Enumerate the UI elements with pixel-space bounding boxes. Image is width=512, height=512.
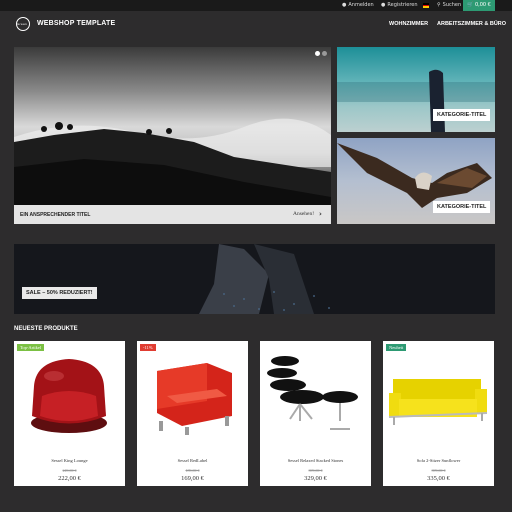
user-plus-icon: ● (381, 2, 386, 8)
hero-slider[interactable] (14, 47, 331, 224)
hero-landscape (14, 118, 331, 224)
product-card[interactable]: -11% Sessel RedLabel 189,00 € 169,00 € (137, 341, 248, 486)
product-name[interactable]: Sessel RedLabel (137, 458, 248, 463)
slider-dot-active[interactable] (315, 51, 320, 56)
product-badge: Top-Artikel (17, 344, 45, 351)
category-tile-2[interactable]: KATEGORIE-TITEL (337, 138, 495, 224)
product-name[interactable]: Sessel King Lounge (14, 458, 125, 463)
product-old-price: 399,00 € (431, 468, 446, 473)
cart-button[interactable]: 🛒 0,00 € (463, 0, 495, 11)
product-image-yellow-sofa (388, 379, 488, 425)
product-name[interactable]: Sessel Relaxed Stacked Stones (260, 458, 371, 463)
german-flag-icon[interactable] (423, 3, 429, 8)
tile-1-label: KATEGORIE-TITEL (433, 109, 491, 121)
top-bar (0, 0, 512, 11)
product-price: 335,00 € (427, 475, 450, 482)
hero-view-link[interactable]: Ansehen! (293, 211, 314, 217)
product-old-price: 189,00 € (185, 468, 200, 473)
login-link[interactable]: ● Anmelden (342, 0, 374, 11)
product-badge: -11% (140, 344, 156, 351)
product-price: 329,00 € (304, 475, 327, 482)
chevron-right-icon[interactable]: › (319, 210, 322, 218)
hero-title: EIN ANSPRECHENDER TITEL (20, 212, 91, 218)
category-tile-1[interactable]: KATEGORIE-TITEL (337, 47, 495, 132)
product-price: 169,00 € (181, 475, 204, 482)
search-label: Suchen (442, 2, 462, 8)
search-icon: ⚲ (437, 2, 441, 8)
logo-text: Green (17, 22, 28, 26)
product-image-stacked-chair (267, 356, 358, 430)
cart-icon: 🛒 (467, 2, 474, 8)
section-title-newest: NEUESTE PRODUKTE (14, 326, 78, 332)
product-image-red-cube-chair (157, 363, 232, 435)
nav-item-wohnzimmer[interactable]: WOHNZIMMER (389, 21, 428, 27)
product-image-red-armchair (31, 359, 107, 433)
cart-total: 0,00 € (474, 2, 491, 8)
sale-label: SALE – 50% REDUZIERT! (22, 287, 97, 299)
login-label: Anmelden (348, 2, 374, 8)
register-link[interactable]: ● Registrieren (381, 0, 418, 11)
register-label: Registrieren (387, 2, 418, 8)
product-name[interactable]: Sofa 2-Sitzer Sunflower (383, 458, 494, 463)
product-old-price: 399,00 € (308, 468, 323, 473)
product-card[interactable]: Sessel Relaxed Stacked Stones 399,00 € 3… (260, 341, 371, 486)
tile-2-label: KATEGORIE-TITEL (433, 201, 491, 213)
sale-banner-image (199, 244, 330, 314)
product-card[interactable]: Neuheit Sofa 2-Sitzer Sunflower 399,00 €… (383, 341, 494, 486)
product-card[interactable]: Top-Artikel Sessel King Lounge 249,00 € … (14, 341, 125, 486)
brand-title[interactable]: WEBSHOP TEMPLATE (37, 20, 115, 27)
product-old-price: 249,00 € (62, 468, 77, 473)
user-icon: ● (342, 2, 347, 8)
sale-banner[interactable] (14, 244, 495, 314)
product-price: 222,00 € (58, 475, 81, 482)
slider-dot[interactable] (322, 51, 327, 56)
nav-item-arbeitszimmer[interactable]: ARBEITSZIMMER & BÜRO (437, 21, 506, 27)
product-badge: Neuheit (386, 344, 407, 351)
search-link[interactable]: ⚲ Suchen (437, 0, 461, 11)
